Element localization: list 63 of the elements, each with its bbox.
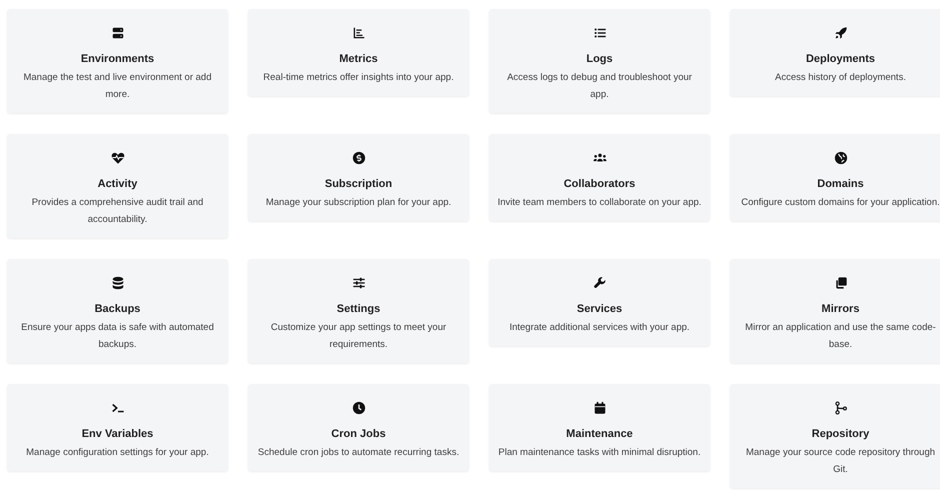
card-description: Access history of deployments. — [775, 71, 906, 85]
card[interactable]: Collaborators Invite team members to collaborate on your app. — [489, 134, 710, 221]
chart-icon — [352, 26, 366, 40]
card-title: Mirrors — [822, 302, 860, 316]
card[interactable]: Subscription Manage your subscription plan for your app. — [248, 134, 469, 221]
card[interactable]: Logs Access logs to debug and troubleshoot your app. — [489, 9, 710, 113]
card-title: Metrics — [339, 52, 378, 66]
card-description: Provides a comprehensive audit trail and accountability. — [30, 196, 204, 227]
database-icon — [110, 276, 124, 290]
card-description: Access logs to debug and troubleshoot your app. — [506, 71, 693, 102]
rocket-icon — [834, 26, 848, 40]
copy-icon — [834, 276, 848, 290]
card-description: Customize your app settings to meet your requirements. — [270, 321, 448, 352]
branch-icon — [834, 401, 848, 415]
card-title: Env Variables — [82, 427, 154, 441]
card-title: Repository — [812, 427, 870, 441]
card[interactable]: Services Integrate additional services with your app. — [489, 259, 710, 346]
card[interactable]: Backups Ensure your apps data is safe with automated backups. — [7, 259, 228, 363]
card[interactable]: Metrics Real-time metrics offer insights into your app. — [248, 9, 469, 96]
heartbeat-icon — [110, 151, 124, 165]
card-title: Subscription — [324, 177, 392, 191]
card-title: Activity — [98, 177, 138, 191]
card[interactable]: Env Variables Manage configuration settings for your app. — [7, 384, 228, 471]
clock-icon — [352, 401, 366, 415]
server-icon — [110, 26, 124, 40]
card-description: Integrate additional services with your app. — [509, 321, 690, 335]
card[interactable]: Repository Manage your source code repository through Git. — [730, 384, 940, 488]
globe-icon — [834, 151, 848, 165]
dollar-icon — [352, 151, 366, 165]
card-description: Mirror an application and use the same code-base. — [744, 321, 937, 352]
list-icon — [592, 26, 606, 40]
card-description: Manage your source code repository through Git. — [744, 446, 936, 477]
card-title: Backups — [94, 302, 140, 316]
card-title: Services — [576, 302, 622, 316]
card-title: Environments — [80, 52, 154, 66]
card-title: Settings — [336, 302, 380, 316]
card-title: Collaborators — [564, 177, 636, 191]
card-description: Configure custom domains for your application. — [741, 196, 940, 210]
card-title: Deployments — [806, 52, 876, 66]
card-description: Ensure your apps data is safe with automated backups. — [20, 321, 215, 352]
card-title: Domains — [817, 177, 864, 191]
card[interactable]: Environments Manage the test and live environment or add more. — [7, 9, 228, 113]
card[interactable]: Cron Jobs Schedule cron jobs to automate recurring tasks. — [248, 384, 469, 471]
card[interactable]: Domains Configure custom domains for your application. — [730, 134, 940, 221]
card[interactable]: Maintenance Plan maintenance tasks with minimal disruption. — [489, 384, 710, 471]
card-description: Real-time metrics offer insights into your app. — [263, 71, 454, 85]
card[interactable]: Mirrors Mirror an application and use the same code-base. — [730, 259, 940, 363]
card[interactable]: Settings Customize your app settings to meet your requirements. — [248, 259, 469, 363]
terminal-icon — [110, 401, 124, 415]
card-title: Maintenance — [566, 427, 633, 441]
card-title: Logs — [586, 52, 613, 66]
card[interactable]: Deployments Access history of deployments. — [730, 9, 940, 96]
card-description: Manage the test and live environment or add more. — [22, 71, 212, 102]
card-description: Schedule cron jobs to automate recurring tasks. — [258, 446, 460, 460]
card[interactable]: Activity Provides a comprehensive audit trail and accountability. — [7, 134, 228, 238]
card-description: Manage your subscription plan for your app. — [266, 196, 452, 210]
card-description: Manage configuration settings for your app. — [26, 446, 209, 460]
wrench-icon — [592, 276, 606, 290]
card-title: Cron Jobs — [331, 427, 386, 441]
card-description: Plan maintenance tasks with minimal disruption. — [498, 446, 701, 460]
calendar-icon — [592, 401, 606, 415]
sliders-icon — [352, 276, 366, 290]
card-description: Invite team members to collaborate on your app. — [498, 196, 702, 210]
